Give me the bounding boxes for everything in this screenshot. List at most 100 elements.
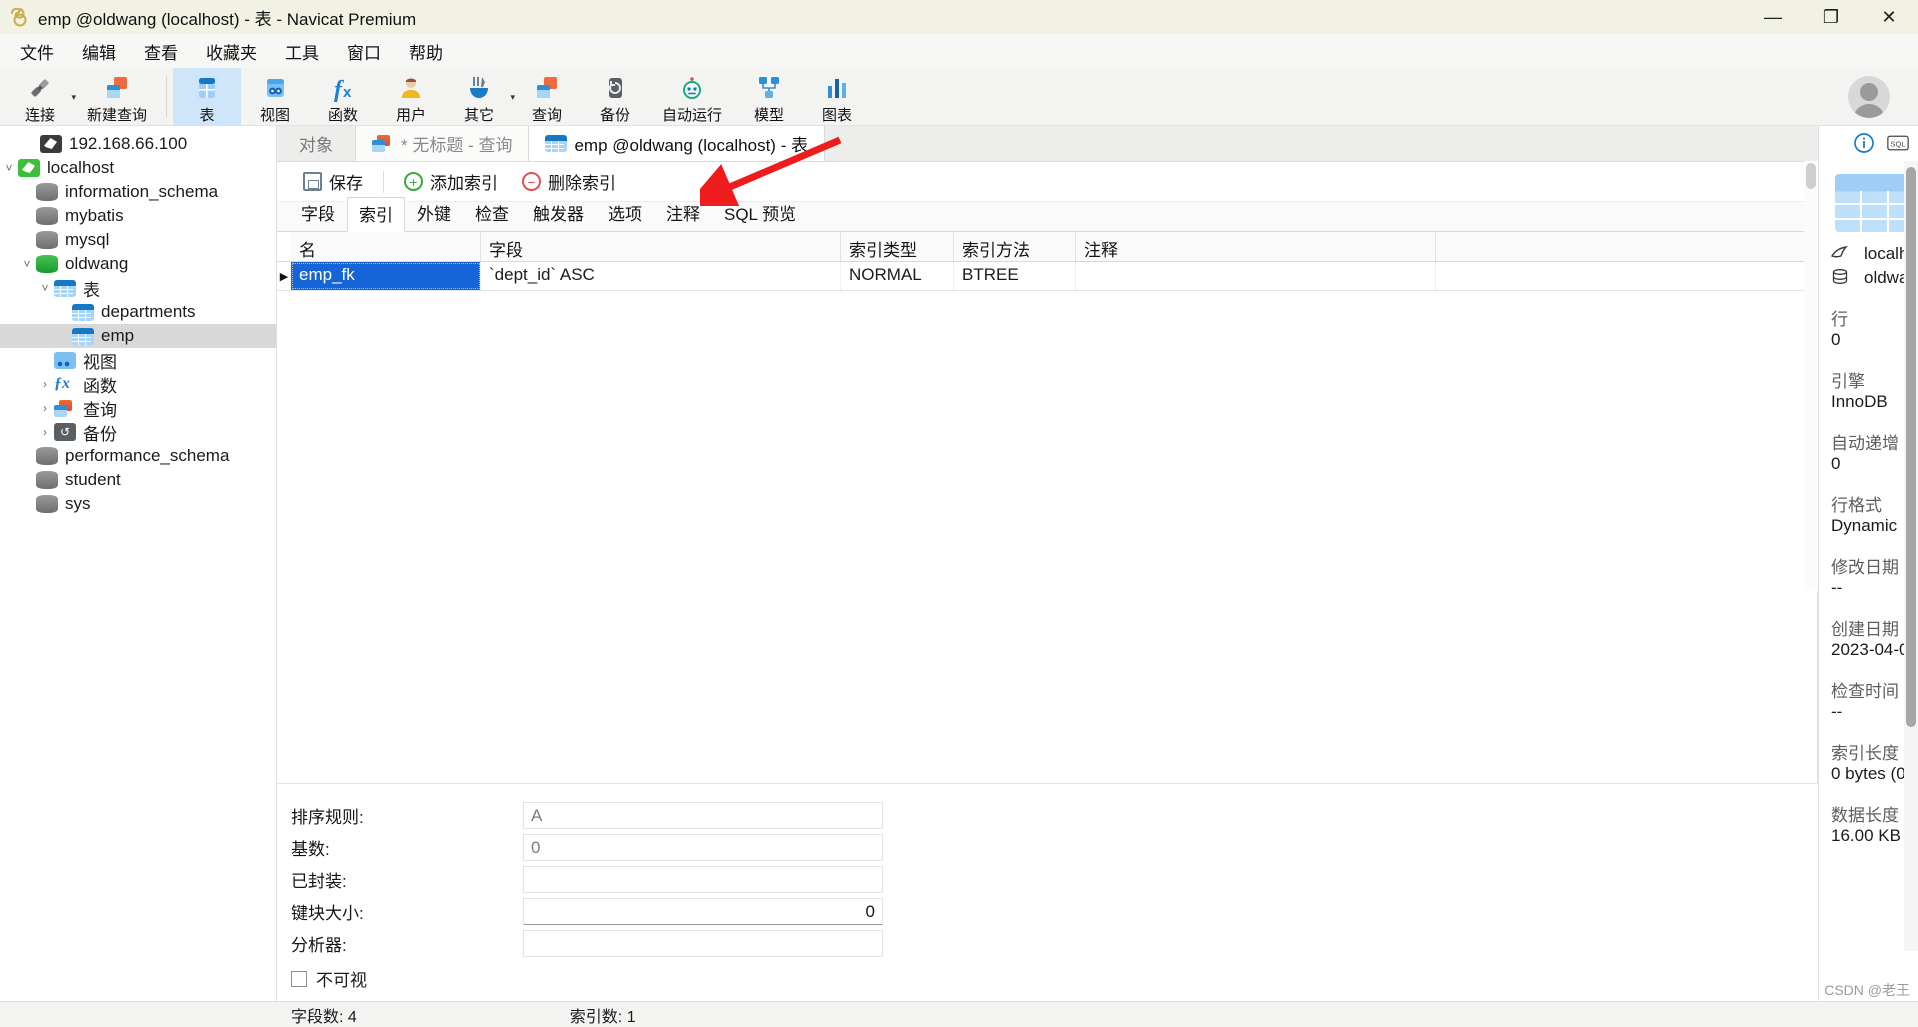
add-index-button[interactable]: + 添加索引 xyxy=(392,166,510,197)
toolbar-view[interactable]: 视图 xyxy=(241,68,309,125)
toolbar-query[interactable]: 查询 xyxy=(513,68,581,125)
sidebar-item-student[interactable]: student xyxy=(0,468,276,492)
toolbar-function[interactable]: f x 函数 xyxy=(309,68,377,125)
toolbar-backup[interactable]: 备份 xyxy=(581,68,649,125)
toolbar-user[interactable]: 用户 xyxy=(377,68,445,125)
subtab-sql-preview[interactable]: SQL 预览 xyxy=(712,196,808,231)
sidebar-item-label: departments xyxy=(101,302,196,321)
parser-field[interactable] xyxy=(523,930,883,957)
sidebar-item-departments[interactable]: departments xyxy=(0,300,276,324)
maximize-button[interactable]: ❐ xyxy=(1802,0,1860,34)
sql-badge-icon[interactable]: SQL xyxy=(1887,132,1909,154)
column-header-name[interactable]: 名 xyxy=(291,232,481,261)
subtab-options[interactable]: 选项 xyxy=(596,196,654,231)
sidebar-item-label: 备份 xyxy=(83,424,117,444)
toolbar-backup-label: 备份 xyxy=(599,107,630,124)
column-header-comment[interactable]: 注释 xyxy=(1076,232,1436,261)
scrollbar-thumb[interactable] xyxy=(1806,163,1816,189)
column-header-index-type[interactable]: 索引类型 xyxy=(841,232,954,261)
subtab-checks[interactable]: 检查 xyxy=(463,196,521,231)
minimize-button[interactable]: — xyxy=(1744,0,1802,34)
column-header-index-method[interactable]: 索引方法 xyxy=(954,232,1076,261)
tab-label: emp @oldwang (localhost) - 表 xyxy=(574,136,809,155)
tab-untitled-query[interactable]: * 无标题 - 查询 xyxy=(356,126,530,161)
user-avatar[interactable] xyxy=(1848,76,1890,118)
save-button[interactable]: 保存 xyxy=(291,166,375,197)
right-panel-scrollbar[interactable] xyxy=(1904,161,1918,951)
sidebar-item-label: mysql xyxy=(65,230,110,249)
invisible-checkbox[interactable] xyxy=(291,970,307,987)
sidebar-item-backups[interactable]: › ↺ 备份 xyxy=(0,420,276,444)
toolbar-user-label: 用户 xyxy=(395,107,426,124)
tab-emp-table[interactable]: emp @oldwang (localhost) - 表 xyxy=(529,126,826,161)
tree-twisty[interactable]: ˅ xyxy=(0,161,18,175)
scrollbar-thumb[interactable] xyxy=(1906,167,1916,727)
cell-index-comment[interactable] xyxy=(1076,262,1436,290)
object-tab[interactable]: 对象 xyxy=(277,126,356,161)
subtab-triggers[interactable]: 触发器 xyxy=(521,196,596,231)
query-icon xyxy=(54,399,76,417)
cell-index-name[interactable]: emp_fk xyxy=(291,262,481,290)
tree-twisty[interactable]: › xyxy=(36,401,54,415)
sidebar-item-mybatis[interactable]: mybatis xyxy=(0,204,276,228)
sidebar-item-sys[interactable]: sys xyxy=(0,492,276,516)
sidebar-item-views[interactable]: 视图 xyxy=(0,348,276,372)
user-icon xyxy=(397,73,425,103)
menu-edit[interactable]: 编辑 xyxy=(68,35,130,68)
center-scrollbar[interactable] xyxy=(1804,161,1818,591)
sidebar-item-performance-schema[interactable]: performance_schema xyxy=(0,444,276,468)
avatar[interactable] xyxy=(1848,76,1890,118)
toolbar-new-query[interactable]: 新建查询 xyxy=(74,68,160,125)
column-header-fields[interactable]: 字段 xyxy=(481,232,841,261)
info-circle-icon[interactable] xyxy=(1853,132,1875,154)
sidebar-item-mysql[interactable]: mysql xyxy=(0,228,276,252)
collation-field[interactable]: A xyxy=(523,802,883,829)
menu-favorites[interactable]: 收藏夹 xyxy=(192,35,271,68)
sidebar-item-queries[interactable]: › 查询 xyxy=(0,396,276,420)
menu-help[interactable]: 帮助 xyxy=(395,35,457,68)
subtab-fields[interactable]: 字段 xyxy=(289,196,347,231)
grid-empty-space[interactable] xyxy=(277,291,1818,783)
key-block-size-field[interactable]: 0 xyxy=(523,898,883,925)
table-row[interactable]: ▶ emp_fk `dept_id` ASC NORMAL BTREE xyxy=(277,262,1818,290)
toolbar-table-label: 表 xyxy=(199,107,215,124)
cardinality-field[interactable]: 0 xyxy=(523,834,883,861)
menu-view[interactable]: 查看 xyxy=(130,35,192,68)
cell-index-type[interactable]: NORMAL xyxy=(841,262,954,290)
subtab-foreign-keys[interactable]: 外键 xyxy=(405,196,463,231)
index-grid[interactable]: 名 字段 索引类型 索引方法 注释 ▶ emp_fk `dept_id` ASC… xyxy=(277,232,1818,291)
sidebar-item-tables-folder[interactable]: ˅ 表 xyxy=(0,276,276,300)
cell-index-method[interactable]: BTREE xyxy=(954,262,1076,290)
sidebar-item-192-168-66-100[interactable]: 192.168.66.100 xyxy=(0,132,276,156)
database-icon xyxy=(36,447,58,465)
subtab-comment[interactable]: 注释 xyxy=(654,196,712,231)
toolbar-others[interactable]: 其它 ▾ xyxy=(445,68,515,125)
object-tree-sidebar[interactable]: 192.168.66.100 ˅ localhost information_s… xyxy=(0,126,277,1001)
toolbar-connection[interactable]: 连接 ▾ xyxy=(6,68,76,125)
toolbar-automation[interactable]: 自动运行 xyxy=(649,68,735,125)
toolbar-chart[interactable]: 图表 xyxy=(803,68,871,125)
sidebar-item-localhost[interactable]: ˅ localhost xyxy=(0,156,276,180)
subtab-indexes[interactable]: 索引 xyxy=(347,197,405,232)
toolbar-model[interactable]: 模型 xyxy=(735,68,803,125)
model-icon xyxy=(755,73,783,103)
toolbar-table[interactable]: 表 xyxy=(173,68,241,125)
sidebar-item-information-schema[interactable]: information_schema xyxy=(0,180,276,204)
menu-file[interactable]: 文件 xyxy=(6,35,68,68)
tree-twisty[interactable]: ˅ xyxy=(18,257,36,271)
menu-window[interactable]: 窗口 xyxy=(333,35,395,68)
sidebar-item-emp[interactable]: emp xyxy=(0,324,276,348)
close-button[interactable]: ✕ xyxy=(1860,0,1918,34)
tree-twisty[interactable]: ˅ xyxy=(36,281,54,295)
delete-index-button[interactable]: − 删除索引 xyxy=(510,166,628,197)
cell-index-fields[interactable]: `dept_id` ASC xyxy=(481,262,841,290)
packed-field[interactable] xyxy=(523,866,883,893)
toolbar-connection-label: 连接 xyxy=(24,107,55,124)
tree-twisty[interactable]: › xyxy=(36,377,54,391)
sidebar-item-oldwang[interactable]: ˅ oldwang xyxy=(0,252,276,276)
tree-twisty[interactable]: › xyxy=(36,425,54,439)
function-fx-icon: f x xyxy=(329,73,357,103)
sidebar-item-functions[interactable]: › ƒx 函数 xyxy=(0,372,276,396)
menu-tools[interactable]: 工具 xyxy=(271,35,333,68)
database-icon xyxy=(36,183,58,201)
